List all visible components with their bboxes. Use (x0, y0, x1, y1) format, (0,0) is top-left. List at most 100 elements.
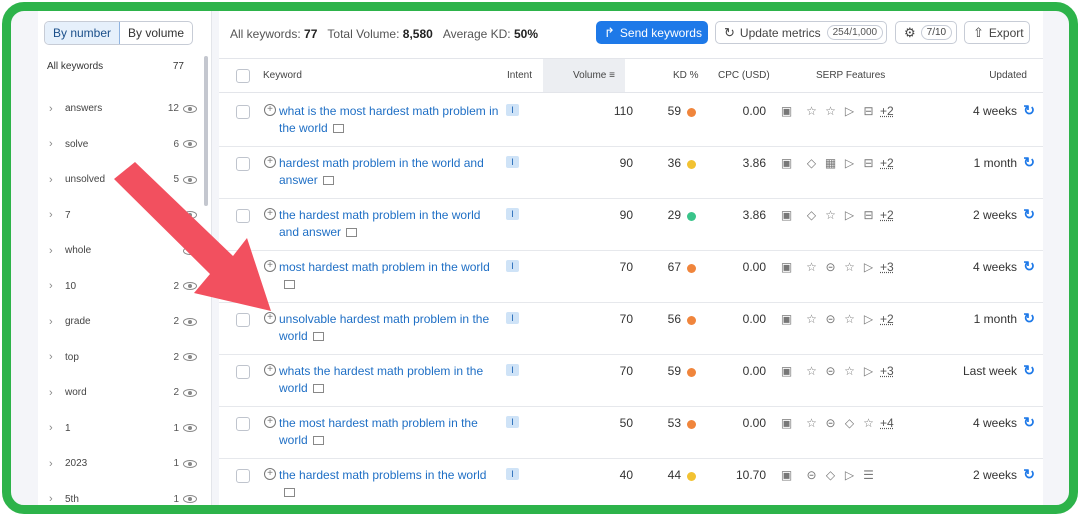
refresh-icon[interactable]: ↻ (1023, 258, 1035, 275)
serp-more-link[interactable]: +3 (880, 364, 894, 378)
eye-icon[interactable] (183, 211, 197, 220)
serp-feature-icon[interactable]: ☆ (821, 104, 840, 118)
refresh-icon[interactable]: ↻ (1023, 310, 1035, 327)
keyword-link[interactable]: the hardest math problem in the world an… (279, 207, 499, 241)
send-keywords-button[interactable]: ↱ Send keywords (596, 21, 708, 44)
serp-more-link[interactable]: +2 (880, 156, 894, 170)
serp-feature-icon[interactable]: ◇ (802, 208, 821, 222)
refresh-icon[interactable]: ↻ (1023, 466, 1035, 483)
refresh-icon[interactable]: ↻ (1023, 206, 1035, 223)
serp-feature-icon[interactable]: ◇ (821, 468, 840, 482)
serp-feature-icon[interactable]: ⊝ (821, 364, 840, 378)
row-checkbox[interactable] (236, 157, 250, 171)
eye-icon[interactable] (183, 388, 197, 397)
serp-feature-icon[interactable]: ▷ (840, 208, 859, 222)
refresh-icon[interactable]: ↻ (1023, 102, 1035, 119)
row-checkbox[interactable] (236, 209, 250, 223)
group-item[interactable]: › 7 (38, 198, 201, 234)
serp-feature-icon[interactable]: ▷ (859, 312, 878, 326)
serp-feature-icon[interactable]: ⊟ (859, 104, 878, 118)
serp-feature-icon[interactable]: ☆ (840, 260, 859, 274)
keyword-link[interactable]: unsolvable hardest math problem in the w… (279, 311, 499, 345)
serp-more-link[interactable]: +2 (880, 208, 894, 222)
add-plus-icon[interactable]: + (264, 156, 276, 168)
row-checkbox[interactable] (236, 469, 250, 483)
add-plus-icon[interactable]: + (264, 312, 276, 324)
serp-feature-icon[interactable]: ▷ (840, 156, 859, 170)
eye-icon[interactable] (183, 104, 197, 113)
group-item[interactable]: › 10 2 (38, 269, 201, 305)
serp-feature-icon[interactable]: ▷ (859, 364, 878, 378)
keyword-link[interactable]: the most hardest math problem in the wor… (279, 415, 499, 449)
serp-feature-icon[interactable]: ▣ (777, 468, 796, 482)
serp-more-link[interactable]: +2 (880, 104, 894, 118)
export-button[interactable]: ⇧ Export (964, 21, 1030, 44)
keyword-link[interactable]: the hardest math problems in the world (279, 467, 499, 501)
serp-page-icon[interactable] (312, 384, 324, 393)
group-item[interactable]: › 5th 1 (38, 482, 201, 505)
serp-page-icon[interactable] (322, 176, 334, 185)
column-volume[interactable]: Volume ≡ (543, 59, 625, 92)
group-item[interactable]: › solve 6 (38, 127, 201, 163)
serp-feature-icon[interactable]: ▣ (777, 104, 796, 118)
row-checkbox[interactable] (236, 365, 250, 379)
serp-feature-icon[interactable]: ☆ (802, 364, 821, 378)
serp-page-icon[interactable] (312, 436, 324, 445)
keyword-link[interactable]: what is the most hardest math problem in… (279, 103, 499, 137)
serp-page-icon[interactable] (284, 488, 295, 497)
eye-icon[interactable] (183, 459, 197, 468)
serp-feature-icon[interactable]: ⊟ (859, 208, 878, 222)
add-plus-icon[interactable]: + (264, 364, 276, 376)
by-volume-toggle[interactable]: By volume (120, 22, 192, 44)
eye-icon[interactable] (183, 246, 197, 255)
eye-icon[interactable] (183, 424, 197, 433)
serp-feature-icon[interactable]: ⊝ (821, 416, 840, 430)
group-item[interactable]: › answers 12 (38, 91, 201, 127)
serp-page-icon[interactable] (284, 280, 295, 289)
add-plus-icon[interactable]: + (264, 104, 276, 116)
serp-page-icon[interactable] (332, 124, 344, 133)
serp-feature-icon[interactable]: ◇ (802, 156, 821, 170)
serp-feature-icon[interactable]: ▣ (777, 364, 796, 378)
column-cpc[interactable]: CPC (USD) (718, 70, 770, 81)
refresh-icon[interactable]: ↻ (1023, 414, 1035, 431)
eye-icon[interactable] (183, 353, 197, 362)
serp-feature-icon[interactable]: ▦ (821, 156, 840, 170)
column-serp-features[interactable]: SERP Features (816, 70, 885, 81)
serp-feature-icon[interactable]: ◇ (840, 416, 859, 430)
keyword-link[interactable]: whats the hardest math problem in the wo… (279, 363, 499, 397)
serp-feature-icon[interactable]: ▣ (777, 156, 796, 170)
row-checkbox[interactable] (236, 313, 250, 327)
serp-feature-icon[interactable]: ▷ (859, 260, 878, 274)
group-item[interactable]: › top 2 (38, 340, 201, 376)
column-kd[interactable]: KD % (673, 70, 699, 81)
eye-icon[interactable] (183, 175, 197, 184)
serp-feature-icon[interactable]: ☆ (859, 416, 878, 430)
serp-more-link[interactable]: +2 (880, 312, 894, 326)
eye-icon[interactable] (183, 317, 197, 326)
serp-more-link[interactable]: +4 (880, 416, 894, 430)
add-plus-icon[interactable]: + (264, 416, 276, 428)
serp-feature-icon[interactable]: ☆ (802, 416, 821, 430)
serp-feature-icon[interactable]: ▣ (777, 312, 796, 326)
add-plus-icon[interactable]: + (264, 468, 276, 480)
serp-feature-icon[interactable]: ▣ (777, 260, 796, 274)
serp-feature-icon[interactable]: ▣ (777, 416, 796, 430)
serp-page-icon[interactable] (346, 228, 358, 237)
all-keywords-group[interactable]: All keywords 77 (47, 61, 184, 72)
serp-feature-icon[interactable]: ⊝ (802, 468, 821, 482)
row-checkbox[interactable] (236, 261, 250, 275)
serp-feature-icon[interactable]: ☆ (840, 364, 859, 378)
serp-feature-icon[interactable]: ☆ (840, 312, 859, 326)
group-item[interactable]: › 1 1 (38, 411, 201, 447)
group-item[interactable]: › word 2 (38, 375, 201, 411)
keyword-link[interactable]: most hardest math problem in the world (279, 259, 499, 293)
refresh-icon[interactable]: ↻ (1023, 154, 1035, 171)
serp-feature-icon[interactable]: ⊝ (821, 260, 840, 274)
serp-feature-icon[interactable]: ☆ (802, 312, 821, 326)
column-intent[interactable]: Intent (507, 70, 532, 81)
serp-feature-icon[interactable]: ⊝ (821, 312, 840, 326)
serp-page-icon[interactable] (312, 332, 324, 341)
column-updated[interactable]: Updated (989, 70, 1027, 81)
group-item[interactable]: › 2023 1 (38, 446, 201, 482)
